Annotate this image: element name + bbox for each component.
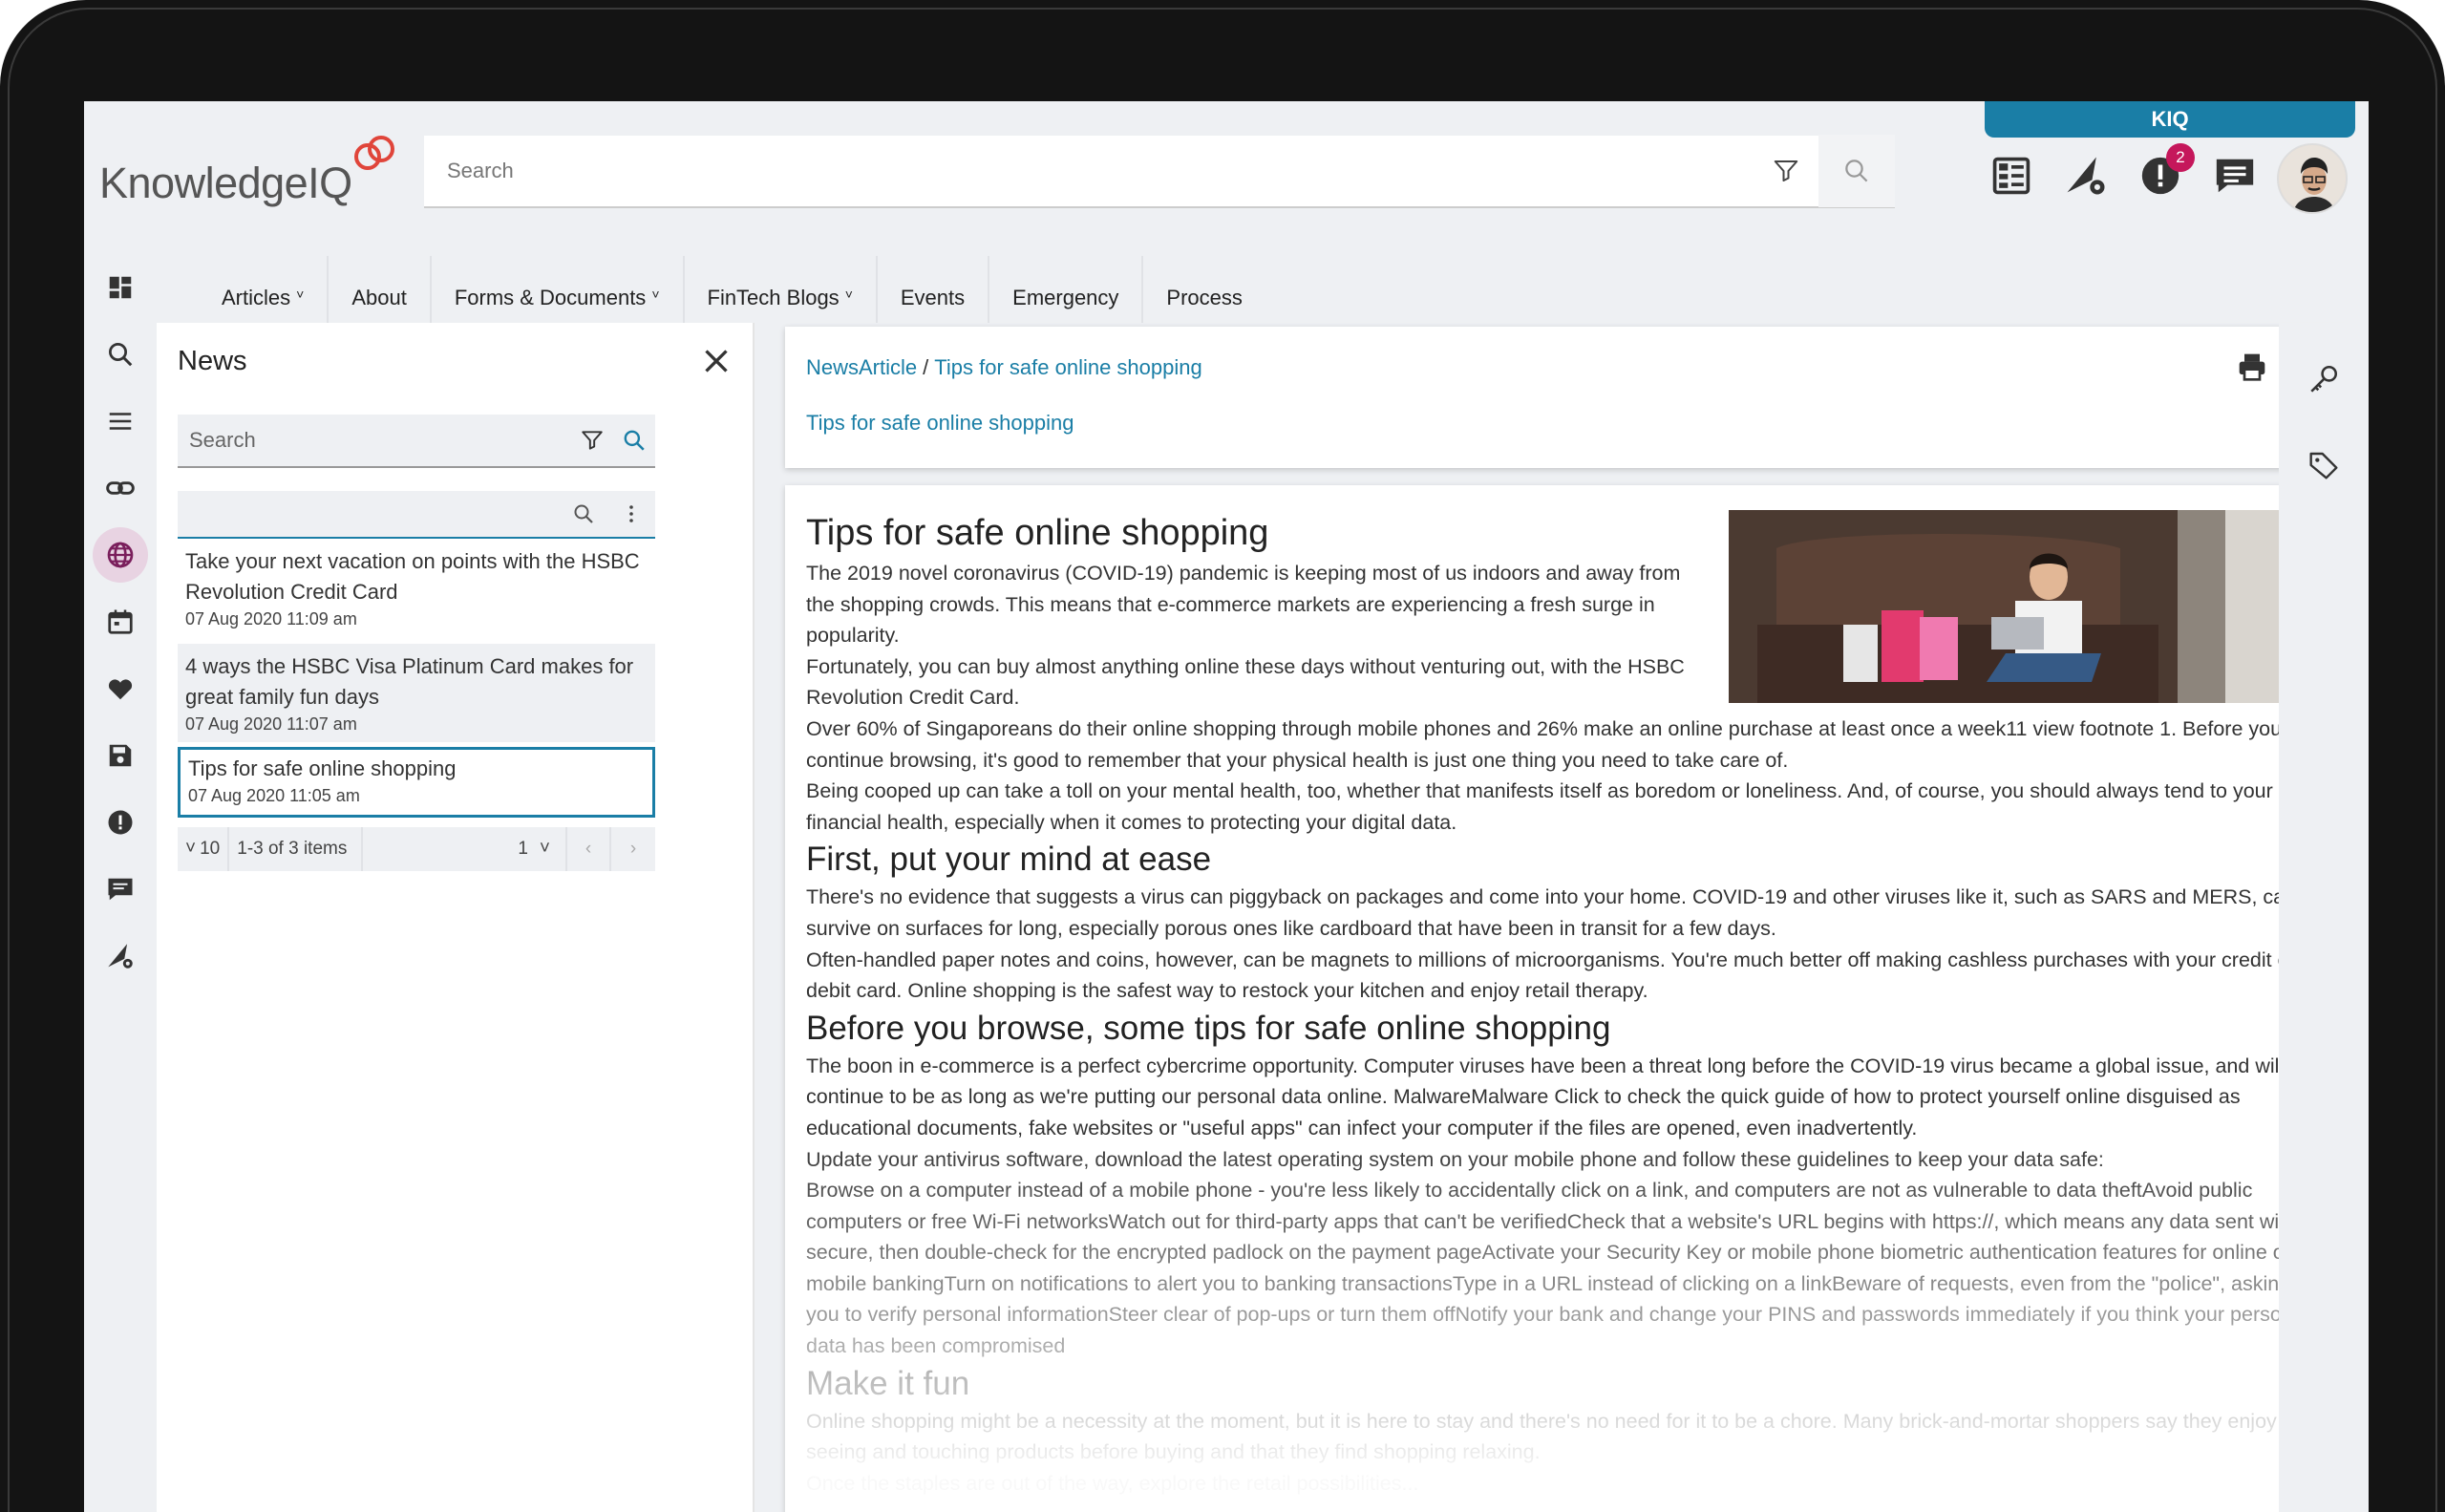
right-rail <box>2279 323 2369 1512</box>
article-paragraph: The boon in e-commerce is a perfect cybe… <box>806 1054 2285 1139</box>
key-icon[interactable] <box>2298 353 2349 405</box>
article-content: Tips for safe online shopping The 2019 n… <box>785 485 2348 1512</box>
list-item-selected[interactable]: Tips for safe online shopping 07 Aug 202… <box>178 747 655 818</box>
alert-icon[interactable]: 2 <box>2134 143 2195 202</box>
article-paragraph: There's no evidence that suggests a viru… <box>806 885 2307 940</box>
close-icon[interactable] <box>699 344 734 378</box>
nav-process[interactable]: Process <box>1143 256 1265 329</box>
breadcrumb-root-link[interactable]: NewsArticle <box>806 355 917 379</box>
logo-mark-icon <box>353 136 398 180</box>
section-heading: Before you browse, some tips for safe on… <box>806 1009 1611 1047</box>
prev-page-icon[interactable]: ‹ <box>567 827 611 871</box>
more-vertical-icon[interactable] <box>607 490 655 538</box>
search-icon[interactable] <box>613 414 655 467</box>
list-item-date: 07 Aug 2020 11:09 am <box>185 609 357 628</box>
list-item-title: 4 ways the HSBC Visa Platinum Card makes… <box>185 654 634 709</box>
news-panel: News Search Take your next vacation on p… <box>157 323 755 1512</box>
article-subtitle-link[interactable]: Tips for safe online shopping <box>806 411 1074 436</box>
list-toolbar <box>178 491 655 539</box>
page-select[interactable]: 1 ˅ <box>363 827 567 871</box>
top-header: KnowledgeIQ Search KIQ 2 <box>84 101 2369 254</box>
user-avatar[interactable] <box>2277 143 2348 214</box>
news-search[interactable]: Search <box>178 415 655 468</box>
filter-icon[interactable] <box>1754 135 1818 207</box>
logo-text: KnowledgeIQ <box>99 159 352 207</box>
search-icon[interactable] <box>84 321 157 388</box>
tag-icon[interactable] <box>2298 439 2349 491</box>
list-item[interactable]: 4 ways the HSBC Visa Platinum Card makes… <box>178 644 655 742</box>
list-item-date: 07 Aug 2020 11:07 am <box>185 714 357 734</box>
filter-icon[interactable] <box>571 414 613 467</box>
list-item-title: Take your next vacation on points with t… <box>185 549 640 604</box>
pager: ˅ 10 1-3 of 3 items 1 ˅ ‹ › <box>178 827 655 871</box>
device-frame: KnowledgeIQ Search KIQ 2 Articles ˅ Abou… <box>0 0 2445 1512</box>
list-item-title: Tips for safe online shopping <box>188 756 457 780</box>
calendar-icon[interactable] <box>84 588 157 655</box>
nav-fintech-blogs[interactable]: FinTech Blogs ˅ <box>685 256 878 329</box>
breadcrumb-separator: / <box>923 355 929 379</box>
search-input[interactable]: Search <box>424 159 1754 183</box>
article-paragraph: Being cooped up can take a toll on your … <box>806 779 2273 834</box>
global-search[interactable]: Search <box>424 135 1895 208</box>
section-heading: Make it fun <box>806 1364 970 1402</box>
save-icon[interactable] <box>84 722 157 789</box>
list-item-date: 07 Aug 2020 11:05 am <box>188 786 360 805</box>
article-area: NewsArticle / Tips for safe online shoppin… <box>756 323 2367 1512</box>
print-icon[interactable] <box>2233 348 2271 386</box>
page-size-select[interactable]: ˅ 10 <box>178 827 230 871</box>
link-icon[interactable] <box>84 455 157 522</box>
admin-settings-icon[interactable] <box>2059 149 2113 202</box>
article-paragraph: Update your antivirus software, download… <box>806 1147 2104 1171</box>
news-panel-title: News <box>178 346 247 376</box>
article-paragraph: Browse on a computer instead of a mobile… <box>806 1179 2317 1358</box>
globe-icon[interactable] <box>84 522 157 588</box>
breadcrumb-card: NewsArticle / Tips for safe online shoppin… <box>785 327 2348 468</box>
nav-emergency[interactable]: Emergency <box>989 256 1144 329</box>
chevron-down-icon: ˅ <box>539 839 550 859</box>
nav-about[interactable]: About <box>329 256 432 329</box>
notification-badge: 2 <box>2166 143 2195 172</box>
nav-forms-documents[interactable]: Forms & Documents ˅ <box>432 256 685 329</box>
article-hero-image <box>1729 510 2328 703</box>
kiq-tab[interactable]: KIQ <box>1985 101 2355 138</box>
dashboard-icon[interactable] <box>84 254 157 321</box>
article-paragraph: Over 60% of Singaporeans do their online… <box>806 716 2283 772</box>
article-paragraph: Once the staples are out of the way, exp… <box>806 1471 1419 1495</box>
search-icon[interactable] <box>560 490 607 538</box>
dashboard-grid-icon[interactable] <box>1985 149 2038 202</box>
chevron-down-icon: ˅ <box>651 287 660 302</box>
chevron-down-icon: ˅ <box>296 287 305 302</box>
app-window: KnowledgeIQ Search KIQ 2 Articles ˅ Abou… <box>84 101 2369 1512</box>
nav-events[interactable]: Events <box>878 256 990 329</box>
chevron-down-icon: ˅ <box>185 839 197 859</box>
alert-icon[interactable] <box>84 789 157 856</box>
breadcrumb-current-link[interactable]: Tips for safe online shopping <box>934 355 1201 379</box>
pager-range: 1-3 of 3 items <box>229 827 364 871</box>
menu-icon[interactable] <box>84 388 157 455</box>
chat-icon[interactable] <box>2208 149 2262 202</box>
chat-icon[interactable] <box>84 856 157 923</box>
search-icon[interactable] <box>1818 135 1895 207</box>
left-icon-rail <box>84 254 157 1012</box>
list-item[interactable]: Take your next vacation on points with t… <box>178 539 655 637</box>
main-nav: Articles ˅ About Forms & Documents ˅ FinTe… <box>157 254 2369 329</box>
article-paragraph: Online shopping might be a necessity at … <box>806 1409 2277 1464</box>
nav-articles[interactable]: Articles ˅ <box>199 256 330 329</box>
chevron-down-icon: ˅ <box>844 287 853 302</box>
news-search-input[interactable]: Search <box>178 428 571 453</box>
admin-settings-icon[interactable] <box>84 923 157 990</box>
section-heading: First, put your mind at ease <box>806 841 1212 879</box>
knowledgeiq-logo[interactable]: KnowledgeIQ <box>99 136 398 208</box>
breadcrumb: NewsArticle / Tips for safe online shoppin… <box>806 355 1202 380</box>
heart-icon[interactable] <box>84 655 157 722</box>
next-page-icon[interactable]: › <box>611 827 655 871</box>
article-paragraph: Often-handled paper notes and coins, how… <box>806 948 2296 1003</box>
